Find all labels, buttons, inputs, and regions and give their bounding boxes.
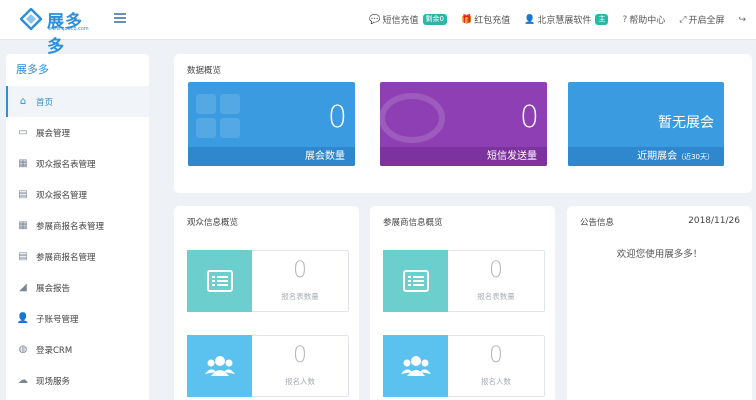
sidebar-item-label: 展会管理 <box>36 128 71 139</box>
sidebar-item-login-crm[interactable]: ◍ 登录CRM <box>6 334 149 365</box>
account-role-badge: 主 <box>595 14 609 25</box>
exhibitor-panel: 参展商信息概览 0 报名表数量 0 报名人数 <box>370 206 555 400</box>
sidebar-item-home[interactable]: ⌂ 首页 <box>6 86 149 117</box>
id-card-icon: ▭ <box>18 127 28 138</box>
help-center-label: 帮助中心 <box>629 16 666 26</box>
form-icon: ▤ <box>18 189 28 200</box>
recent-exhibition-footer: 近期展会（近30天） <box>568 147 724 166</box>
audience-signup-count-label: 报名人数 <box>285 377 315 386</box>
user-icon: 👤 <box>524 14 536 25</box>
redpacket-recharge-link[interactable]: 🎁 红包充值 <box>460 13 511 27</box>
sidebar-item-exhibition-report[interactable]: ◢ 展会报告 <box>6 272 149 303</box>
overview-panel: 数据概览 0 展会数量 0 短信发送量 暂无展会 近期展会（近30天） <box>174 54 752 193</box>
logout-icon: ↪ <box>738 14 746 25</box>
sidebar-item-audience-signup-manage[interactable]: ▤ 观众报名管理 <box>6 179 149 210</box>
menu-toggle-button[interactable] <box>114 13 128 25</box>
sms-sent-label: 短信发送量 <box>380 147 547 166</box>
cloud-icon: ☁ <box>18 375 28 386</box>
recent-exhibition-sub: （近30天） <box>677 153 714 161</box>
sidebar-item-label: 现场服务 <box>36 376 71 387</box>
notice-message: 欢迎您使用展多多！ <box>616 249 703 260</box>
exhibitor-title: 参展商信息概览 <box>383 218 443 228</box>
sidebar-item-label: 展会报告 <box>36 283 71 294</box>
sms-sent-value: 0 <box>519 100 539 135</box>
exhibitor-signup-count-value: 0 <box>489 343 503 368</box>
sidebar-item-onsite-service[interactable]: ☁ 现场服务 <box>6 365 149 396</box>
audience-form-count[interactable]: 0 报名表数量 <box>187 250 349 312</box>
account-name: 北京慧展软件 <box>537 16 592 26</box>
notice-title: 公告信息 <box>580 218 615 228</box>
exhibitor-form-count[interactable]: 0 报名表数量 <box>383 250 545 312</box>
sms-recharge-link[interactable]: 💬 短信充值 剩余0 <box>369 13 447 26</box>
form-list-icon <box>187 250 252 312</box>
notice-date: 2018/11/26 <box>688 216 740 226</box>
logo-mark-icon <box>20 8 42 30</box>
form-icon: ▤ <box>18 251 28 262</box>
home-icon: ⌂ <box>19 96 27 107</box>
sidebar-item-label: 观众报名表管理 <box>36 159 96 170</box>
sms-recharge-label: 短信充值 <box>382 16 419 26</box>
sms-sent-card[interactable]: 0 短信发送量 <box>380 82 547 166</box>
gift-icon: 🎁 <box>460 14 473 25</box>
sidebar-item-label: 首页 <box>36 97 54 108</box>
table-icon: ▦ <box>18 158 28 169</box>
sidebar-title: 展多多 <box>16 63 49 76</box>
brand-name: 展多多 <box>47 12 83 57</box>
chat-bubble-icon <box>380 93 445 143</box>
chat-icon: 💬 <box>369 14 381 25</box>
users-icon <box>187 335 252 397</box>
audience-form-count-value: 0 <box>293 258 307 283</box>
sidebar-item-exhibitor-form-manage[interactable]: ▦ 参展商报名表管理 <box>6 210 149 241</box>
exhibitor-signup-count[interactable]: 0 报名人数 <box>383 335 545 397</box>
sidebar-item-exhibition-manage[interactable]: ▭ 展会管理 <box>6 117 149 148</box>
overview-title: 数据概览 <box>187 66 222 76</box>
sidebar-item-label: 子账号管理 <box>36 314 79 325</box>
sidebar-item-audience-form-manage[interactable]: ▦ 观众报名表管理 <box>6 148 149 179</box>
grid-icon <box>196 94 244 144</box>
logout-button[interactable]: ↪ <box>738 15 746 25</box>
recent-exhibition-card[interactable]: 暂无展会 近期展会（近30天） <box>568 82 724 166</box>
sms-remaining-badge: 剩余0 <box>422 14 447 25</box>
recent-exhibition-value: 暂无展会 <box>658 115 714 131</box>
notice-panel: 公告信息 2018/11/26 欢迎您使用展多多！ <box>567 206 752 400</box>
sidebar-item-label: 参展商报名管理 <box>36 252 96 263</box>
audience-signup-count-value: 0 <box>293 343 307 368</box>
exhibitor-signup-count-label: 报名人数 <box>481 377 511 386</box>
audience-panel: 观众信息概览 0 报名表数量 0 报名人数 <box>174 206 359 400</box>
sidebar-item-subaccount-manage[interactable]: 👤 子账号管理 <box>6 303 149 334</box>
chart-icon: ◢ <box>19 282 27 293</box>
brand-url: www.qooco.com <box>48 26 89 32</box>
exhibition-count-value: 0 <box>327 100 347 135</box>
redpacket-recharge-label: 红包充值 <box>474 16 511 26</box>
exhibition-count-card[interactable]: 0 展会数量 <box>188 82 355 166</box>
person-icon: 👤 <box>16 313 30 324</box>
help-icon: ? <box>622 14 628 25</box>
audience-signup-count[interactable]: 0 报名人数 <box>187 335 349 397</box>
sidebar-item-exhibitor-signup-manage[interactable]: ▤ 参展商报名管理 <box>6 241 149 272</box>
audience-form-count-label: 报名表数量 <box>281 292 319 301</box>
fullscreen-icon: ⤢ <box>679 14 687 25</box>
top-bar: 展多多 www.qooco.com 💬 短信充值 剩余0 🎁 红包充值 👤 北京… <box>0 0 756 57</box>
sidebar-item-label: 登录CRM <box>36 345 73 356</box>
form-list-icon <box>383 250 448 312</box>
fullscreen-button[interactable]: ⤢ 开启全屏 <box>679 13 725 27</box>
help-center-link[interactable]: ? 帮助中心 <box>622 13 666 27</box>
account-menu[interactable]: 👤 北京慧展软件 主 <box>524 13 609 26</box>
globe-icon: ◍ <box>18 344 28 355</box>
exhibitor-form-count-value: 0 <box>489 258 503 283</box>
exhibitor-form-count-label: 报名表数量 <box>477 292 515 301</box>
logo[interactable]: 展多多 www.qooco.com <box>20 6 100 57</box>
sidebar-item-label: 参展商报名表管理 <box>36 221 105 232</box>
audience-title: 观众信息概览 <box>187 218 239 228</box>
exhibition-count-label: 展会数量 <box>188 147 355 166</box>
table-icon: ▦ <box>18 220 28 231</box>
top-nav: 💬 短信充值 剩余0 🎁 红包充值 👤 北京慧展软件 主 ? 帮助中心 ⤢ 开启… <box>369 13 746 26</box>
recent-exhibition-label: 近期展会 <box>637 151 678 162</box>
sidebar-item-label: 观众报名管理 <box>36 190 88 201</box>
users-icon <box>383 335 448 397</box>
fullscreen-label: 开启全屏 <box>688 16 725 26</box>
sidebar: 展多多 ⌂ 首页 ▭ 展会管理 ▦ 观众报名表管理 ▤ 观众报名管理 ▦ 参展商… <box>6 54 149 400</box>
